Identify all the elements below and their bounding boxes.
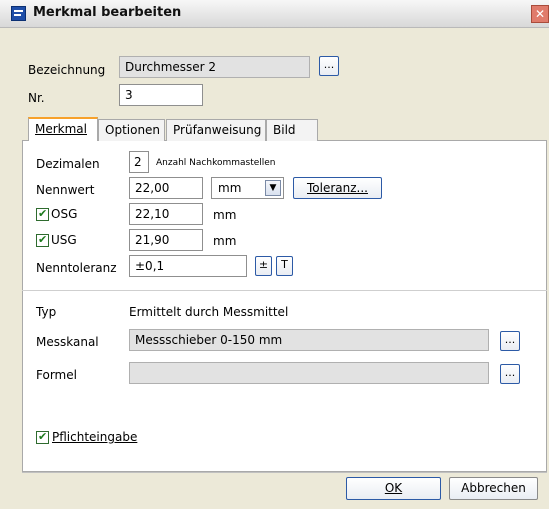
tab-merkmal[interactable]: Merkmal — [28, 117, 98, 141]
nenntoleranz-field[interactable]: ±0,1 — [129, 255, 247, 277]
close-icon[interactable]: ✕ — [531, 5, 549, 23]
osg-field[interactable]: 22,10 — [129, 203, 203, 225]
bezeichnung-field[interactable]: Durchmesser 2 — [119, 56, 310, 78]
tab-merkmal-label: Merkmal — [35, 122, 87, 136]
unit-select[interactable]: mm ▼ — [211, 177, 284, 199]
osg-unit: mm — [213, 208, 237, 222]
usg-unit: mm — [213, 234, 237, 248]
dialog-window: Merkmal bearbeiten ✕ Bezeichnung Durchme… — [0, 0, 549, 509]
messkanal-field[interactable]: Messschieber 0-150 mm — [129, 329, 489, 351]
formel-label: Formel — [36, 368, 77, 382]
dezimalen-hint: Anzahl Nachkommastellen — [156, 158, 276, 168]
osg-checkbox[interactable] — [36, 207, 49, 221]
typ-label: Typ — [36, 305, 57, 319]
t-button[interactable]: T — [276, 256, 293, 276]
formel-field[interactable] — [129, 362, 489, 384]
bottom-divider — [22, 472, 547, 473]
usg-label: USG — [51, 233, 77, 247]
nr-field[interactable]: 3 — [119, 84, 203, 106]
title-bar[interactable]: Merkmal bearbeiten ✕ — [0, 0, 549, 28]
osg-label: OSG — [51, 207, 78, 221]
formel-browse-button[interactable]: ... — [500, 364, 520, 384]
pflichteingabe-label-text: Pflichteingabe — [52, 430, 138, 444]
nr-label: Nr. — [28, 91, 45, 105]
pflichteingabe-label: Pflichteingabe — [52, 430, 137, 444]
ok-button[interactable]: OK — [346, 477, 441, 500]
messkanal-label: Messkanal — [36, 335, 99, 349]
window-app-icon — [11, 6, 26, 21]
usg-checkbox[interactable] — [36, 233, 49, 247]
nennwert-label: Nennwert — [36, 183, 95, 197]
plus-minus-button[interactable]: ± — [255, 256, 272, 276]
pflichteingabe-checkbox[interactable] — [36, 430, 49, 444]
dezimalen-field[interactable]: 2 — [129, 151, 149, 173]
window-title: Merkmal bearbeiten — [33, 5, 182, 20]
typ-value: Ermittelt durch Messmittel — [129, 305, 289, 319]
chevron-down-icon[interactable]: ▼ — [265, 180, 281, 196]
tab-pruefanweisung[interactable]: Prüfanweisung — [166, 119, 266, 141]
messkanal-browse-button[interactable]: ... — [500, 331, 520, 351]
usg-field[interactable]: 21,90 — [129, 229, 203, 251]
toleranz-button[interactable]: Toleranz... — [293, 177, 382, 199]
bezeichnung-browse-button[interactable]: ... — [319, 56, 339, 76]
cancel-button[interactable]: Abbrechen — [449, 477, 538, 500]
divider — [22, 290, 547, 291]
tab-bild[interactable]: Bild — [266, 119, 318, 141]
ok-button-label: OK — [384, 481, 403, 495]
bezeichnung-label: Bezeichnung — [28, 63, 106, 77]
dezimalen-label: Dezimalen — [36, 157, 100, 171]
toleranz-button-label: Toleranz... — [307, 181, 368, 195]
tab-optionen[interactable]: Optionen — [98, 119, 165, 141]
nennwert-field[interactable]: 22,00 — [129, 177, 203, 199]
unit-select-value: mm — [218, 181, 242, 195]
nenntoleranz-label: Nenntoleranz — [36, 261, 117, 275]
